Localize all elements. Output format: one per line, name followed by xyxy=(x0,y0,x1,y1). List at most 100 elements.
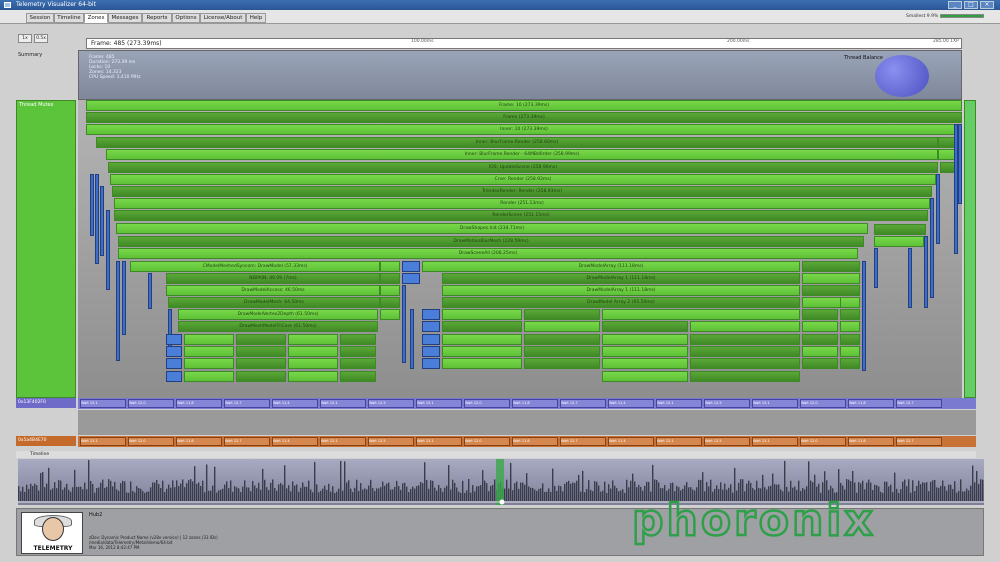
lock-item[interactable]: Wait 11.8 xyxy=(176,437,222,446)
zone-bar-small[interactable] xyxy=(840,297,860,308)
tab-reports[interactable]: Reports xyxy=(142,13,172,23)
lock-item[interactable]: Wait 12.5 xyxy=(368,437,414,446)
zone-blue[interactable] xyxy=(874,248,878,288)
lock-item[interactable]: Wait 13.1 xyxy=(80,437,126,446)
thread-track-main[interactable]: Thread Mutex xyxy=(16,100,76,398)
zone-blue[interactable] xyxy=(122,261,126,335)
zone-bar-small[interactable] xyxy=(524,346,600,357)
zone-bar-small[interactable] xyxy=(840,358,860,369)
zone-bar-small[interactable] xyxy=(524,309,600,320)
zone-bar[interactable]: NDPAIN: 40.09 (7ms) xyxy=(166,273,380,284)
zone-bar[interactable]: RenderScene (251.15ms) xyxy=(114,210,928,221)
zone-bar[interactable]: Frame (273.39ms) xyxy=(86,112,962,123)
zone-bar[interactable]: Render (251.13ms) xyxy=(114,198,930,209)
zone-blue[interactable] xyxy=(422,321,440,332)
lock-item[interactable]: Wait 13.1 xyxy=(80,399,126,408)
zone-bar-small[interactable] xyxy=(840,334,860,345)
zone-bar-small[interactable] xyxy=(288,346,338,357)
close-button[interactable]: × xyxy=(980,1,994,9)
zone-bar-small[interactable] xyxy=(524,334,600,345)
zone-bar[interactable]: CModelMeshedSyncom: DrawModel (57.33ms) xyxy=(130,261,380,272)
zone-blue[interactable] xyxy=(422,334,440,345)
minimize-button[interactable]: _ xyxy=(948,1,962,9)
zone-bar-small[interactable] xyxy=(340,371,376,382)
zone-bar-small[interactable] xyxy=(380,273,400,284)
zone-blue[interactable] xyxy=(116,261,120,361)
zone-bar[interactable]: DrawModel Array 2 (65.50ms) xyxy=(442,297,800,308)
zone-blue[interactable] xyxy=(166,334,182,345)
zone-blue[interactable] xyxy=(95,174,99,264)
tab-zones[interactable]: Zones xyxy=(84,13,108,23)
zone-bar[interactable]: Inner: 10 (273.39ms) xyxy=(86,124,962,135)
lock-item[interactable]: Wait 11.8 xyxy=(512,399,558,408)
lock-item[interactable]: Wait 12.1 xyxy=(656,399,702,408)
zone-bar-small[interactable] xyxy=(690,358,800,369)
zone-bar[interactable]: DrawModelAccess: 46.50ms xyxy=(166,285,380,296)
zone-bar-small[interactable] xyxy=(602,334,688,345)
lock-item[interactable]: Wait 11.4 xyxy=(608,399,654,408)
zone-blue[interactable] xyxy=(958,124,962,204)
right-scroll-strip[interactable] xyxy=(964,100,976,398)
zone-bar-small[interactable] xyxy=(442,321,522,332)
lock-item[interactable]: Wait 12.7 xyxy=(224,437,270,446)
zone-blue[interactable] xyxy=(166,358,182,369)
lock-item[interactable]: Wait 12.7 xyxy=(560,437,606,446)
lock-track-1[interactable]: Wait 13.1 Wait 12.0 Wait 11.8 Wait 12.7 … xyxy=(78,398,976,409)
zone-bar[interactable]: TriIndexRender: Render (258.93ms) xyxy=(112,186,932,197)
zone-bar-small[interactable] xyxy=(380,309,400,320)
lock-item[interactable]: Wait 12.0 xyxy=(128,399,174,408)
zone-bar-small[interactable] xyxy=(288,371,338,382)
zone-blue[interactable] xyxy=(924,236,928,308)
zone-bar-small[interactable] xyxy=(524,358,600,369)
tab-help[interactable]: Help xyxy=(246,13,266,23)
zone-bar-small[interactable] xyxy=(802,297,842,308)
zone-bar[interactable]: Frame: 10 (273.39ms) xyxy=(86,100,962,111)
zone-bar-small[interactable] xyxy=(874,236,924,247)
lock-item[interactable]: Wait 12.1 xyxy=(320,437,366,446)
lock-item[interactable]: Wait 12.5 xyxy=(704,437,750,446)
zone-blue[interactable] xyxy=(422,346,440,357)
lock-item[interactable]: Wait 13.1 xyxy=(752,399,798,408)
zone-blue[interactable] xyxy=(90,174,94,236)
zone-bar[interactable]: Crve: Render (258.93ms) xyxy=(110,174,936,185)
zone-bar[interactable]: DrawModelVertex2Depth (61.50ms) xyxy=(178,309,378,320)
zone-bar-small[interactable] xyxy=(380,297,400,308)
zone-bar-small[interactable] xyxy=(340,358,376,369)
zone-bar-small[interactable] xyxy=(236,346,286,357)
zone-blue[interactable] xyxy=(106,210,110,290)
lock-item[interactable]: Wait 12.0 xyxy=(800,399,846,408)
lock-item[interactable]: Wait 12.5 xyxy=(368,399,414,408)
lock-item[interactable]: Wait 13.1 xyxy=(752,437,798,446)
timeline-header[interactable]: Timeline xyxy=(16,451,976,458)
frame-ruler[interactable]: Frame: 485 (273.39ms) 100.00ms 200.00ms … xyxy=(86,38,962,49)
lock-item[interactable]: Wait 12.7 xyxy=(896,399,942,408)
zone-bar-small[interactable] xyxy=(802,334,838,345)
zone-blue[interactable] xyxy=(936,174,940,244)
zone-bar-small[interactable] xyxy=(184,371,234,382)
lock-item[interactable]: Wait 11.4 xyxy=(272,437,318,446)
lock-item[interactable]: Wait 11.8 xyxy=(512,437,558,446)
zone-bar-small[interactable] xyxy=(802,346,838,357)
zone-bar[interactable]: DrawModelMesh: 64.50ms xyxy=(168,297,380,308)
zone-bar-small[interactable] xyxy=(840,346,860,357)
lock-item[interactable]: Wait 12.7 xyxy=(224,399,270,408)
zone-blue[interactable] xyxy=(422,309,440,320)
zone-bar-small[interactable] xyxy=(690,334,800,345)
zone-bar-small[interactable] xyxy=(184,334,234,345)
zone-bar-small[interactable] xyxy=(602,371,688,382)
lock-item[interactable]: Wait 11.4 xyxy=(272,399,318,408)
zone-bar-small[interactable] xyxy=(874,224,926,235)
lock-track-2[interactable]: Wait 13.1 Wait 12.0 Wait 11.8 Wait 12.7 … xyxy=(78,436,976,447)
lock-item[interactable]: Wait 12.0 xyxy=(800,437,846,446)
zone-bar-small[interactable] xyxy=(442,358,522,369)
zone-bar-small[interactable] xyxy=(802,358,838,369)
zone-bar[interactable]: Inner: BlurFrame.Render - 64MBd0rder (25… xyxy=(106,149,938,160)
zone-blue[interactable] xyxy=(148,273,152,309)
zone-bar-small[interactable] xyxy=(690,371,800,382)
zone-blue[interactable] xyxy=(100,186,104,256)
zone-bar-small[interactable] xyxy=(236,334,286,345)
zone-bar-small[interactable] xyxy=(236,371,286,382)
zone-bar-small[interactable] xyxy=(602,346,688,357)
tab-license-about[interactable]: License/About xyxy=(200,13,246,23)
zone-bar-small[interactable] xyxy=(802,261,860,272)
